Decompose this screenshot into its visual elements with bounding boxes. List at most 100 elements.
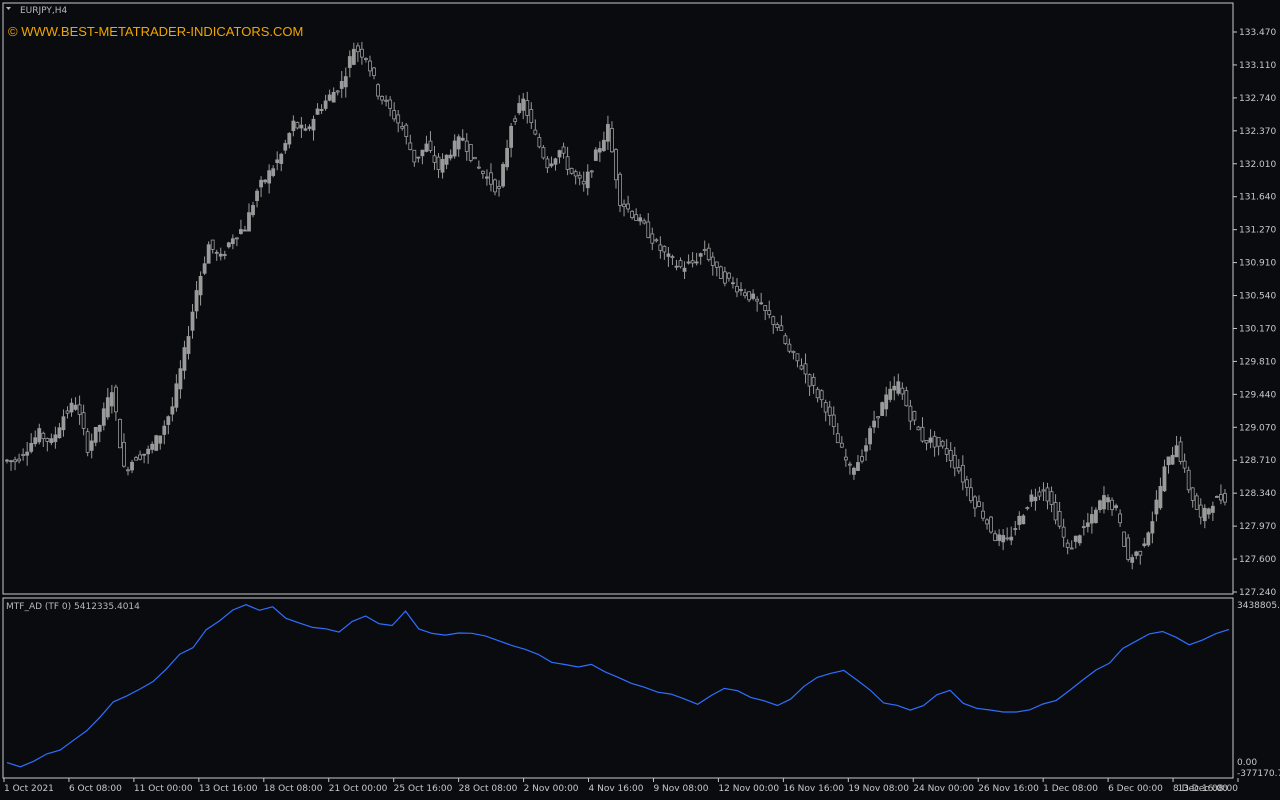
candle-body bbox=[93, 426, 98, 443]
candle-body bbox=[948, 449, 953, 462]
indicator-tick-label: 3438805.4114 bbox=[1237, 601, 1280, 611]
price-tick-label: 132.740 bbox=[1239, 94, 1276, 104]
candle-body bbox=[134, 457, 138, 461]
candle-body bbox=[468, 144, 473, 161]
price-tick-label: 130.540 bbox=[1239, 292, 1276, 302]
candle-body bbox=[936, 437, 941, 447]
candle-body bbox=[1094, 509, 1098, 523]
candle-body bbox=[743, 292, 747, 297]
candle-body bbox=[485, 176, 489, 179]
candle-body bbox=[210, 239, 215, 250]
time-tick-label: 6 Oct 08:00 bbox=[69, 784, 122, 794]
candle-body bbox=[981, 510, 985, 519]
candle-body bbox=[968, 487, 973, 502]
candle-body bbox=[1215, 496, 1219, 498]
candle-body bbox=[105, 397, 110, 418]
candle-body bbox=[1134, 551, 1139, 556]
price-tick-label: 129.070 bbox=[1239, 423, 1276, 433]
time-tick-label: 4 Nov 16:00 bbox=[589, 784, 644, 794]
candle-body bbox=[218, 253, 223, 257]
candle-body bbox=[646, 221, 651, 238]
candle-body bbox=[13, 459, 17, 463]
candle-body bbox=[101, 408, 106, 426]
candle-body bbox=[606, 124, 610, 142]
symbol-timeframe-label[interactable]: EURJPY,H4 bbox=[20, 6, 68, 16]
time-tick-label: 2 Nov 00:00 bbox=[524, 784, 579, 794]
candle-body bbox=[343, 76, 348, 88]
candle-body bbox=[251, 205, 255, 216]
candle-body bbox=[396, 114, 401, 124]
candle-body bbox=[1202, 507, 1207, 522]
candle-body bbox=[718, 266, 723, 279]
candle-body bbox=[275, 159, 280, 163]
candle-body bbox=[194, 290, 199, 312]
chevron-down-icon[interactable] bbox=[6, 7, 11, 10]
candle-body bbox=[977, 501, 981, 507]
candle-body bbox=[81, 412, 86, 429]
candle-body bbox=[735, 285, 739, 293]
candle-body bbox=[222, 254, 227, 256]
candle-body bbox=[73, 404, 78, 410]
candle-body bbox=[404, 124, 409, 137]
candle-body bbox=[162, 425, 167, 435]
candle-body bbox=[1178, 441, 1183, 462]
candle-body bbox=[569, 167, 574, 174]
candle-body bbox=[751, 293, 756, 299]
candle-body bbox=[916, 426, 921, 431]
candle-body bbox=[1029, 494, 1034, 502]
candle-body bbox=[775, 324, 780, 328]
candle-body bbox=[876, 416, 881, 419]
candle-body bbox=[517, 103, 522, 114]
candle-body bbox=[654, 239, 659, 242]
candle-body bbox=[335, 90, 340, 93]
candle-body bbox=[694, 261, 699, 264]
candle-body bbox=[630, 210, 635, 219]
candle-body bbox=[65, 410, 70, 414]
candle-body bbox=[146, 448, 151, 455]
candle-body bbox=[25, 451, 30, 456]
candle-body bbox=[589, 170, 594, 173]
candle-body bbox=[819, 390, 824, 401]
candle-body bbox=[686, 261, 691, 264]
price-tick-label: 132.370 bbox=[1239, 127, 1276, 137]
time-tick-label: 28 Oct 08:00 bbox=[459, 784, 518, 794]
candle-body bbox=[1049, 491, 1054, 505]
price-tick-label: 131.270 bbox=[1239, 226, 1276, 236]
candle-body bbox=[376, 84, 380, 97]
candle-body bbox=[255, 190, 259, 201]
candle-body bbox=[722, 271, 727, 284]
candle-body bbox=[412, 149, 417, 163]
candle-body bbox=[513, 118, 518, 122]
candle-body bbox=[380, 96, 384, 101]
candle-body bbox=[190, 311, 195, 331]
candle-body bbox=[61, 416, 66, 431]
price-tick-label: 127.970 bbox=[1239, 522, 1276, 532]
candle-body bbox=[847, 463, 852, 466]
candle-body bbox=[755, 298, 760, 302]
price-tick-label: 131.640 bbox=[1239, 193, 1276, 203]
candle-body bbox=[408, 142, 413, 151]
candle-body bbox=[311, 118, 316, 131]
price-tick-label: 130.910 bbox=[1239, 259, 1276, 269]
candle-body bbox=[993, 533, 997, 541]
trading-chart-window[interactable]: 133.470 133.110 132.740 132.370 132.010 131.6… bbox=[0, 0, 1280, 800]
candle-body bbox=[436, 156, 441, 170]
candle-body bbox=[1025, 507, 1030, 509]
candle-body bbox=[49, 438, 54, 444]
indicator-label[interactable]: MTF_AD (TF 0) 5412335.4014 bbox=[6, 602, 140, 612]
candle-body bbox=[113, 386, 118, 413]
candle-body bbox=[170, 406, 175, 415]
candle-body bbox=[150, 443, 155, 450]
candle-body bbox=[17, 458, 21, 462]
candle-body bbox=[456, 136, 461, 150]
candle-body bbox=[964, 479, 969, 488]
candle-body bbox=[1130, 557, 1135, 563]
candle-body bbox=[731, 282, 735, 285]
candle-body bbox=[904, 390, 909, 407]
candle-body bbox=[565, 156, 570, 170]
candle-body bbox=[932, 435, 937, 448]
candle-body bbox=[497, 186, 501, 189]
candle-body bbox=[702, 249, 707, 251]
candle-body bbox=[303, 128, 308, 131]
candle-body bbox=[1210, 505, 1215, 513]
